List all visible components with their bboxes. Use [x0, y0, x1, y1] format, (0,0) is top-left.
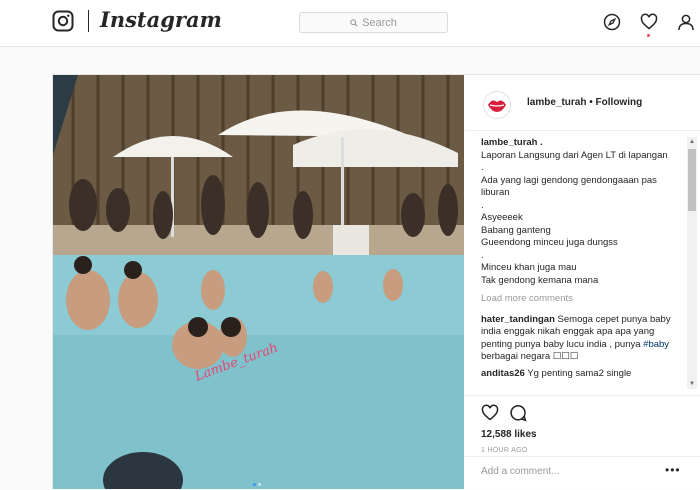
- carousel-indicator: [252, 473, 262, 489]
- post-timestamp[interactable]: 1 HOUR AGO: [481, 447, 528, 454]
- pool-scene-image: [53, 75, 464, 489]
- profile-icon[interactable]: [677, 13, 695, 31]
- comments-scrollbar[interactable]: ▲ ▼: [687, 137, 697, 389]
- scrollbar-thumb[interactable]: [688, 149, 696, 211]
- comment-username[interactable]: anditas26: [481, 368, 525, 379]
- lips-logo-icon: [488, 100, 506, 112]
- instagram-wordmark[interactable]: Instagram: [100, 7, 222, 32]
- post-author-line: lambe_turah • Following: [527, 97, 642, 108]
- notification-dot: [647, 34, 650, 37]
- instagram-camera-icon[interactable]: [52, 10, 74, 32]
- caption-line: .: [481, 249, 484, 261]
- comments-list[interactable]: lambe_turah . Laporan Langsung dari Agen…: [481, 137, 681, 389]
- post-video-frame[interactable]: Lambe_turah: [53, 75, 464, 489]
- scroll-down-arrow-icon[interactable]: ▼: [688, 380, 696, 388]
- caption-line: Laporan Langsung dari Agen LT di lapanga…: [481, 149, 668, 161]
- post-header: lambe_turah • Following: [465, 75, 700, 131]
- comment-text: Yg penting sama2 single: [527, 367, 632, 379]
- comment-item: anditas26 Yg penting sama2 single: [481, 368, 681, 381]
- post-sidebar: lambe_turah • Following lambe_turah . La…: [465, 75, 700, 489]
- more-options-icon[interactable]: •••: [665, 463, 681, 477]
- heart-activity-icon[interactable]: [640, 13, 658, 31]
- caption-line: Minceu khan juga mau: [481, 262, 577, 273]
- compass-explore-icon[interactable]: [603, 13, 621, 31]
- load-more-comments-link[interactable]: Load more comments: [481, 293, 681, 306]
- following-button[interactable]: Following: [596, 97, 643, 108]
- search-input[interactable]: Search: [299, 12, 448, 33]
- hashtag-link[interactable]: #baby: [643, 339, 669, 350]
- comment-text-continued: berbagai negara ☐☐☐: [481, 351, 579, 362]
- comment-item: hater_tandingan Semoga cepet punya baby …: [481, 314, 681, 364]
- add-comment-input[interactable]: Add a comment...: [481, 466, 651, 477]
- caption-line: Asyeeeek: [481, 212, 523, 223]
- like-heart-icon[interactable]: [481, 404, 499, 422]
- avatar[interactable]: [483, 91, 511, 119]
- search-placeholder: Search: [362, 16, 397, 29]
- search-icon: [350, 18, 358, 27]
- caption-line: Ada yang lagi gendong gendongaaan pas li…: [481, 174, 657, 199]
- post-card: Lambe_turah lambe_turah • Following lamb…: [52, 74, 700, 489]
- caption-line: Babang ganteng: [481, 224, 551, 236]
- likes-count[interactable]: 12,588 likes: [481, 429, 537, 440]
- top-navigation-bar: Instagram Search: [0, 0, 700, 47]
- comment-username[interactable]: hater_tandingan: [481, 314, 555, 325]
- caption-line: .: [481, 199, 484, 211]
- caption-line: Tak gendong kemana mana: [481, 274, 599, 286]
- add-comment-bar: Add a comment... •••: [465, 456, 700, 490]
- scroll-up-arrow-icon[interactable]: ▲: [688, 138, 696, 146]
- comment-bubble-icon[interactable]: [509, 404, 527, 422]
- caption-line: Gueendong minceu juga dungss: [481, 237, 618, 248]
- caption-line: lambe_turah .: [481, 137, 543, 148]
- caption-line: .: [481, 162, 484, 173]
- logo-divider: [88, 10, 89, 32]
- separator-dot: •: [589, 97, 593, 108]
- post-username[interactable]: lambe_turah: [527, 97, 586, 108]
